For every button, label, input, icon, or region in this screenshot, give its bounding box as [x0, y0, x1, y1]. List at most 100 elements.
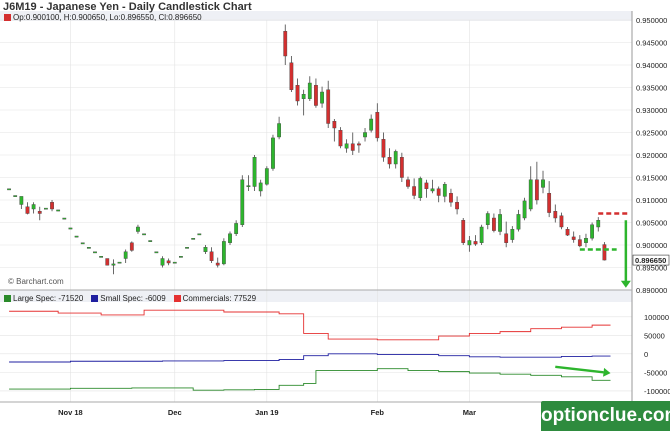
- candle-up: [234, 223, 239, 234]
- candle-up: [136, 226, 140, 232]
- candle-up: [228, 233, 232, 243]
- candle-up: [185, 247, 189, 249]
- ytick-label: 0.910000: [636, 196, 667, 205]
- ytick-label: 0.940000: [636, 61, 667, 70]
- candle-down: [25, 206, 30, 214]
- candle-up: [221, 241, 226, 265]
- ytick-label: 0.950000: [636, 16, 667, 25]
- candle-up: [154, 251, 159, 254]
- candle-up: [271, 137, 275, 169]
- candle-up: [246, 185, 251, 188]
- candle-up: [62, 217, 67, 220]
- candle-down: [504, 233, 509, 243]
- ytick-label: 0.925000: [636, 129, 667, 138]
- cot-ytick-label: -100000: [644, 387, 670, 396]
- ytick-label: 0.915000: [636, 174, 667, 183]
- candle-up: [80, 242, 85, 245]
- candle-up: [344, 143, 349, 149]
- candle-up: [44, 207, 48, 210]
- legend-label: Small Spec: -6009: [100, 294, 166, 303]
- candle-down: [449, 193, 453, 203]
- cot-legend: Large Spec: -71520 Small Spec: -6009 Comme…: [4, 294, 264, 303]
- xtick-label: Mar: [463, 408, 476, 417]
- candle-up: [13, 195, 18, 197]
- candle-up: [516, 214, 521, 230]
- ytick-label: 0.905000: [636, 219, 667, 228]
- candle-down: [492, 217, 496, 231]
- candle-down: [387, 157, 392, 165]
- cot-ytick-label: -50000: [644, 368, 667, 377]
- xtick-label: Dec: [168, 408, 182, 417]
- candle-down: [553, 211, 558, 219]
- candle-up: [596, 220, 601, 228]
- ohlc-text: Op:0.900100, H:0.900650, Lo:0.896550, Cl…: [13, 13, 202, 22]
- candle-up: [418, 178, 423, 198]
- chart-canvas: 0.950000 0.945000 0.940000 0.935000 0.930000…: [0, 11, 670, 431]
- candle-up: [277, 123, 281, 138]
- candle-down: [357, 143, 361, 146]
- candle-up: [148, 240, 153, 242]
- cot-ytick-label: 50000: [644, 331, 665, 340]
- candle-up: [123, 251, 128, 259]
- legend-label: Large Spec: -71520: [13, 294, 84, 303]
- candle-down: [209, 251, 214, 261]
- candle-up: [467, 240, 472, 246]
- candle-up: [31, 204, 36, 210]
- candle-down: [436, 188, 441, 196]
- legend-item: Commercials: 77529: [173, 294, 256, 303]
- xaxis-band: [0, 402, 632, 431]
- cot-series-line: [9, 368, 611, 391]
- candle-up: [498, 214, 502, 232]
- candle-up: [584, 238, 588, 243]
- cot-ytick-label: 100000: [644, 313, 669, 322]
- candle-down: [577, 239, 582, 247]
- ytick-label: 0.900000: [636, 241, 667, 250]
- candle-up: [99, 256, 104, 258]
- candle-up: [430, 188, 435, 192]
- candle-up: [393, 151, 398, 165]
- candle-down: [473, 241, 478, 245]
- legend-swatch: [91, 295, 99, 303]
- ohlc-readout: Op:0.900100, H:0.900650, Lo:0.896550, Cl…: [4, 13, 202, 22]
- grid: [0, 11, 632, 431]
- legend-item: Small Spec: -6009: [91, 294, 166, 303]
- candle-up: [369, 118, 374, 131]
- candle-down: [332, 121, 337, 129]
- candle-up: [363, 132, 367, 138]
- candle-up: [86, 247, 91, 249]
- candle-down: [314, 85, 318, 106]
- candle-up: [479, 226, 484, 243]
- candle-up: [68, 227, 73, 230]
- candle-up: [510, 229, 515, 240]
- last-price-label: 0.896650: [635, 256, 666, 265]
- ohlc-swatch: [4, 14, 11, 22]
- candle-up: [56, 209, 61, 212]
- candle-down: [37, 211, 42, 214]
- candle-up: [442, 184, 447, 197]
- candle-down: [375, 112, 380, 139]
- candle-up: [160, 258, 165, 266]
- candle-up: [301, 94, 306, 99]
- candle-down: [105, 258, 110, 266]
- candle-up: [172, 261, 177, 264]
- candle-up: [19, 196, 24, 205]
- candle-down: [406, 179, 410, 187]
- candle-up: [522, 200, 527, 219]
- candle-down: [534, 179, 539, 201]
- candle-down: [602, 244, 607, 261]
- candle-down: [381, 139, 386, 158]
- candle-down: [295, 85, 300, 102]
- watermark-logo: optionclue.com: [541, 401, 670, 431]
- candle-up: [179, 256, 183, 258]
- candle-down: [215, 262, 220, 266]
- candle-up: [117, 261, 122, 264]
- legend-swatch: [173, 295, 181, 303]
- candle-up: [528, 179, 533, 210]
- candle-down: [129, 242, 134, 251]
- legend-item: Large Spec: -71520: [4, 294, 83, 303]
- candle-down: [350, 143, 355, 151]
- candle-up: [258, 182, 263, 192]
- candle-down: [565, 229, 570, 236]
- cot-lines: [9, 309, 611, 391]
- candle-down: [571, 236, 576, 240]
